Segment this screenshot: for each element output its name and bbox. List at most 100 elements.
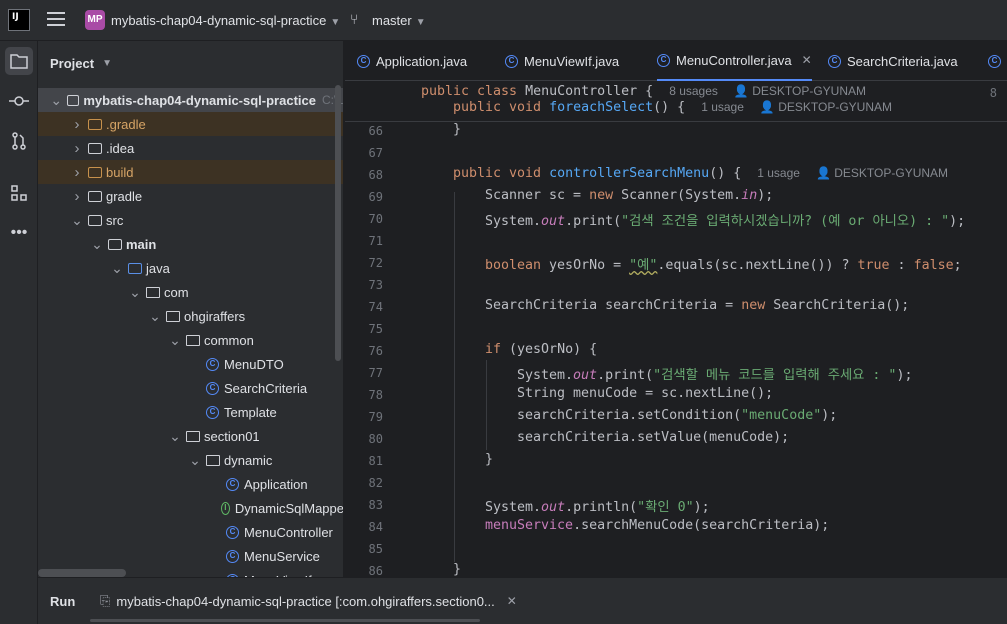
tree-item-label: MenuService [244,548,320,564]
chevron-down-icon[interactable]: ⌄ [90,237,104,251]
tab-menucontroller-java[interactable]: C MenuController.java ✕ [657,41,812,81]
tree-item-ohgiraffers[interactable]: ⌄ ohgiraffers [38,304,343,328]
run-tool-window: Run ⎘ mybatis-chap04-dynamic-sql-practic… [38,577,1007,624]
usages-hint[interactable]: 1 usage [701,100,744,114]
tree-item-label: Template [224,404,277,420]
tree-item-template[interactable]: C Template [38,400,343,424]
structure-icon[interactable] [5,179,33,207]
chevron-down-icon[interactable]: ⌄ [50,93,63,107]
project-folder-icon[interactable] [5,47,33,75]
line-number-gutter[interactable]: 66 67 68 69 70 71 72 73 74 75 76 77 78 79 80 81 82 83 84 85… [345,82,393,577]
line-number: 67 [368,146,383,160]
tree-item-menudto[interactable]: C MenuDTO [38,352,343,376]
sticky-class-line: public class MenuController { 8 usages 👤… [421,84,866,99]
chevron-right-icon[interactable]: › [70,116,84,133]
sticky-scroll-header[interactable]: 8 public class MenuController { 8 usages… [345,82,1007,122]
tree-item-label: .gradle [106,116,146,132]
close-tab-icon[interactable]: ✕ [802,53,812,67]
code-editor[interactable]: 8 public class MenuController { 8 usages… [345,82,1007,577]
line-number: 84 [368,520,383,534]
project-panel-header[interactable]: Project ▼ [38,41,343,85]
tab-label: MenuController.java [676,52,792,68]
code-line-79: searchCriteria.setCondition("menuCode"); [517,408,838,423]
tree-item-mybatis-chap04-dynamic-sql-practice[interactable]: ⌄ mybatis-chap04-dynamic-sql-practice C:\L [38,88,343,112]
run-tab-scrollbar[interactable] [90,619,480,622]
module-folder-icon [66,94,80,106]
line-number: 78 [368,388,383,402]
tree-item-common[interactable]: ⌄ common [38,328,343,352]
tree-item-gradle[interactable]: › .gradle [38,112,343,136]
tree-item-idea[interactable]: › .idea [38,136,343,160]
project-selector[interactable]: mybatis-chap04-dynamic-sql-practice ▼ [111,13,340,28]
tree-item-gradle[interactable]: › gradle [38,184,343,208]
chevron-down-icon[interactable]: ⌄ [168,333,182,347]
line-number: 81 [368,454,383,468]
tree-item-main[interactable]: ⌄ main [38,232,343,256]
tree-item-com[interactable]: ⌄ com [38,280,343,304]
tree-item-label: main [126,236,157,252]
code-line-83: System.out.println("확인 0"); [485,500,710,515]
tab-application-java[interactable]: C Application.java [357,41,467,81]
tree-vertical-scrollbar[interactable] [335,85,341,361]
tree-item-section01[interactable]: ⌄ section01 [38,424,343,448]
chevron-down-icon[interactable]: ⌄ [148,309,162,323]
project-badge[interactable]: MP [85,10,105,30]
main-menu-icon[interactable] [47,12,65,28]
code-line-74: SearchCriteria searchCriteria = new Sear… [485,298,910,313]
chevron-right-icon[interactable]: › [70,164,84,181]
tree-horizontal-scrollbar[interactable] [38,569,126,577]
tree-item-build[interactable]: › build [38,160,343,184]
tree-item-application[interactable]: C Application [38,472,343,496]
line-number: 79 [368,410,383,424]
tree-item-java[interactable]: ⌄ java [38,256,343,280]
tab-overflow[interactable]: C [988,41,1007,81]
class-icon: C [357,54,370,68]
line-number: 82 [368,476,383,490]
chevron-down-icon[interactable]: ⌄ [110,261,124,275]
pull-requests-icon[interactable] [5,127,33,155]
more-tools-icon[interactable]: ••• [5,219,33,247]
tree-item-menuservice[interactable]: C MenuService [38,544,343,568]
tree-item-src[interactable]: ⌄ src [38,208,343,232]
author-hint[interactable]: 👤 DESKTOP-GYUNAM [760,100,892,114]
code-line-69: Scanner sc = new Scanner(System.in); [485,188,774,203]
chevron-down-icon[interactable]: ⌄ [168,429,182,443]
close-tab-icon[interactable]: ✕ [507,594,517,608]
tree-item-menucontroller[interactable]: C MenuController [38,520,343,544]
run-config-tab[interactable]: ⎘ mybatis-chap04-dynamic-sql-practice [:… [100,593,517,609]
tree-item-label: com [164,284,189,300]
tab-label: MenuViewIf.java [524,53,620,69]
tree-item-dynamicsqlmappe[interactable]: I DynamicSqlMappe [38,496,343,520]
class-icon: C [988,54,1001,68]
line-number: 72 [368,256,383,270]
commit-icon[interactable] [5,87,33,115]
tree-item-dynamic[interactable]: ⌄ dynamic [38,448,343,472]
chevron-down-icon[interactable]: ⌄ [128,285,142,299]
chevron-down-icon[interactable]: ⌄ [70,213,84,227]
line-number: 71 [368,234,383,248]
intellij-logo-icon[interactable]: IJ [8,9,30,31]
tree-item-label: build [106,164,134,180]
branch-name: master [372,13,412,28]
tab-searchcriteria-java[interactable]: C SearchCriteria.java [828,41,958,81]
package-icon [146,286,160,298]
chevron-right-icon[interactable]: › [70,140,84,157]
tab-menuviewif-java[interactable]: C MenuViewIf.java [505,41,619,81]
branch-selector[interactable]: master ▼ [372,13,426,28]
usages-hint[interactable]: 1 usage [757,166,800,180]
code-line-68: public void controllerSearchMenu() { 1 u… [453,166,949,181]
tree-item-searchcriteria[interactable]: C SearchCriteria [38,376,343,400]
usages-hint[interactable]: 8 usages [669,84,718,98]
author-hint[interactable]: 👤 DESKTOP-GYUNAM [734,84,866,98]
chevron-down-icon[interactable]: ⌄ [188,453,202,467]
chevron-right-icon[interactable]: › [70,188,84,205]
project-tool-window: Project ▼ ⌄ mybatis-chap04-dynamic-sql-pr… [38,41,344,577]
author-hint[interactable]: 👤 DESKTOP-GYUNAM [816,166,948,180]
project-name: mybatis-chap04-dynamic-sql-practice [111,13,327,28]
package-icon [206,454,220,466]
tree-item-label: Application [244,476,308,492]
tree-item-label: dynamic [224,452,273,468]
package-icon [186,334,200,346]
line-number: 74 [368,300,383,314]
run-title[interactable]: Run [50,594,75,609]
